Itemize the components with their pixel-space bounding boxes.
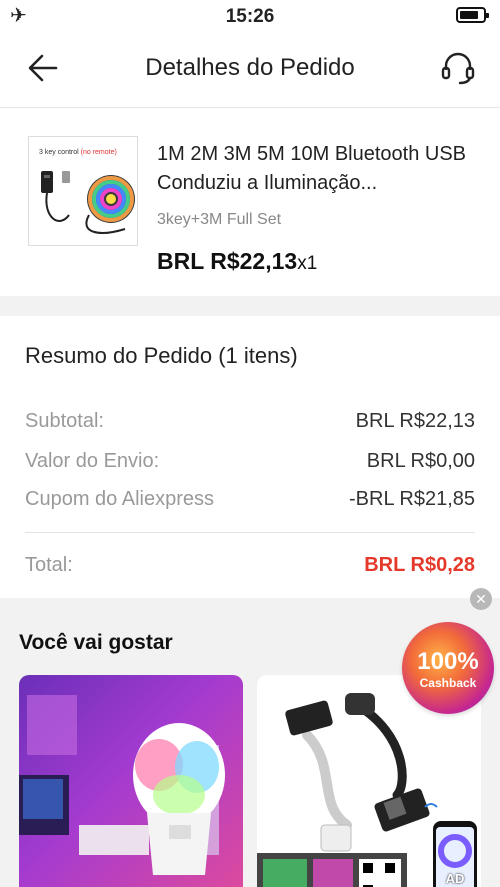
- page-title: Detalhes do Pedido: [145, 54, 355, 81]
- summary-divider: [25, 532, 475, 533]
- headset-support-icon[interactable]: [440, 50, 476, 86]
- summary-heading: Resumo do Pedido (1 itens): [25, 343, 298, 368]
- order-summary: Resumo do Pedido (1 itens) Subtotal: BRL…: [0, 316, 500, 598]
- recommendations-section: ✕ Você vai gostar AD 100% Cashback: [0, 588, 500, 887]
- summary-label: Subtotal:: [25, 410, 104, 432]
- summary-label: Cupom do Aliexpress: [25, 488, 214, 510]
- summary-value: BRL R$0,00: [366, 450, 475, 472]
- status-bar: ✈ 15:26: [0, 0, 500, 32]
- product-variant: 3key+3M Full Set: [157, 211, 282, 228]
- recommendations-heading: Você vai gostar: [19, 631, 173, 654]
- summary-value: -BRL R$21,85: [349, 488, 475, 510]
- battery-icon: [456, 7, 489, 23]
- status-time: 15:26: [225, 6, 275, 27]
- ad-badge: AD: [445, 871, 465, 886]
- summary-label: Valor do Envio:: [25, 450, 160, 472]
- product-name[interactable]: 1M 2M 3M 5M 10M Bluetooth USB Conduziu a…: [157, 140, 477, 198]
- product-price: BRL R$22,13: [157, 248, 298, 274]
- cashback-label: Cashback: [419, 676, 477, 690]
- product-thumbnail[interactable]: 3 key control (no remote): [28, 136, 138, 246]
- product-quantity: x1: [297, 253, 318, 274]
- product-price-line: BRL R$22,13x1: [157, 248, 317, 275]
- summary-value: BRL R$22,13: [355, 410, 475, 432]
- cashback-percent: 100%: [417, 648, 479, 675]
- cashback-badge[interactable]: 100% Cashback: [402, 622, 494, 714]
- close-icon[interactable]: ✕: [470, 588, 492, 610]
- smart-bulb-image: [19, 695, 225, 875]
- nav-bar: Detalhes do Pedido: [0, 32, 500, 108]
- total-value: BRL R$0,28: [364, 554, 475, 576]
- recommended-product-card[interactable]: [19, 675, 243, 887]
- order-product[interactable]: 3 key control (no remote) 1M 2M 3M 5M 10…: [0, 108, 500, 296]
- total-label: Total:: [25, 554, 73, 576]
- led-strip-image: [41, 171, 135, 234]
